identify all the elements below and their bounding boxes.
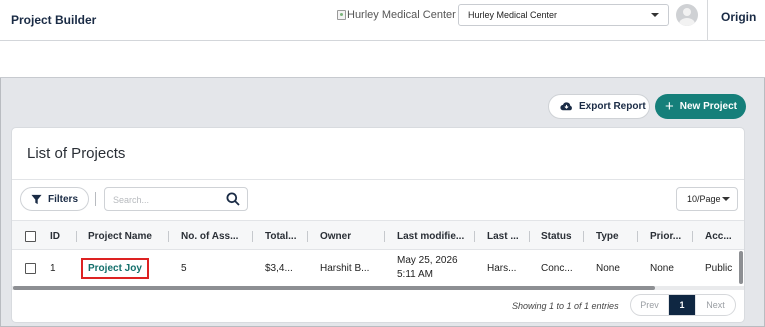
col-separator	[307, 231, 308, 242]
col-header-type[interactable]: Type	[596, 221, 619, 251]
vertical-scrollbar[interactable]	[739, 251, 743, 284]
cell-priority: None	[650, 262, 674, 274]
table-row[interactable]: 1 Project Joy 5 $3,4... Harshit B... May…	[12, 250, 744, 286]
col-header-last-by[interactable]: Last ...	[487, 221, 519, 251]
export-report-label: Export Report	[579, 101, 646, 112]
col-separator	[637, 231, 638, 242]
search-input[interactable]	[113, 193, 223, 206]
col-separator	[384, 231, 385, 242]
col-separator	[168, 231, 169, 242]
next-page-button[interactable]: Next	[695, 295, 735, 315]
cell-total: $3,4...	[265, 262, 293, 274]
plus-icon: +	[665, 98, 674, 115]
project-name-link[interactable]: Project Joy	[81, 257, 149, 279]
col-header-last-modified[interactable]: Last modifie...	[397, 221, 464, 251]
col-separator	[252, 231, 253, 242]
org-logo-alt-text: Hurley Medical Center	[347, 9, 456, 21]
page-size-value: 10/Page	[687, 194, 721, 204]
col-header-priority[interactable]: Prior...	[650, 221, 681, 251]
projects-card: List of Projects Filters 10/Page ID Proj…	[11, 127, 745, 323]
page-1-button[interactable]: 1	[669, 295, 695, 315]
cell-num-assets: 5	[181, 262, 187, 274]
col-separator	[76, 231, 77, 242]
prev-page-button[interactable]: Prev	[631, 295, 669, 315]
sub-toolbar	[0, 41, 765, 78]
row-select-cell[interactable]	[25, 250, 36, 286]
entries-summary: Showing 1 to 1 of 1 entries	[512, 301, 619, 311]
pagination: Prev 1 Next	[630, 294, 736, 316]
col-separator	[692, 231, 693, 242]
table-header: ID Project Name No. of Ass... Total... O…	[12, 220, 744, 251]
toolbar-separator	[95, 192, 96, 206]
cell-last-by: Hars...	[487, 262, 517, 274]
cell-last-modified: May 25, 2026 5:11 AM	[397, 250, 473, 286]
cell-owner: Harshit B...	[320, 262, 370, 274]
col-header-status[interactable]: Status	[541, 221, 572, 251]
broken-image-icon	[337, 10, 346, 20]
col-header-total[interactable]: Total...	[265, 221, 296, 251]
user-avatar[interactable]	[676, 4, 698, 26]
cell-id: 1	[50, 262, 56, 274]
row-checkbox[interactable]	[25, 262, 36, 274]
organization-select-value: Hurley Medical Center	[468, 10, 558, 20]
col-separator	[529, 231, 530, 242]
cell-access: Public	[705, 262, 733, 274]
filters-button[interactable]: Filters	[20, 187, 89, 211]
top-bar: Project Builder Hurley Medical Center Hu…	[0, 0, 765, 41]
select-all-checkbox[interactable]	[25, 230, 36, 242]
cloud-download-icon	[560, 102, 572, 111]
search-box[interactable]	[104, 187, 248, 211]
header-divider	[707, 0, 708, 41]
organization-select[interactable]: Hurley Medical Center	[458, 4, 669, 26]
new-project-button[interactable]: + New Project	[655, 94, 746, 119]
cell-project-name: Project Joy	[81, 250, 149, 286]
col-separator	[474, 231, 475, 242]
col-header-id[interactable]: ID	[50, 221, 60, 251]
horizontal-scrollbar-thumb[interactable]	[13, 286, 655, 290]
export-report-button[interactable]: Export Report	[548, 94, 650, 119]
col-header-owner[interactable]: Owner	[320, 221, 351, 251]
new-project-label: New Project	[679, 101, 738, 112]
chevron-down-icon	[722, 197, 730, 201]
card-title: List of Projects	[27, 145, 126, 162]
origin-link[interactable]: Origin	[721, 10, 756, 24]
select-all-cell[interactable]	[25, 221, 36, 251]
filter-icon	[31, 194, 42, 204]
cell-status: Conc...	[541, 262, 573, 274]
search-icon[interactable]	[226, 192, 240, 206]
col-separator	[583, 231, 584, 242]
last-modified-text: May 25, 2026 5:11 AM	[397, 255, 458, 280]
filters-label: Filters	[48, 193, 79, 205]
page-size-select[interactable]: 10/Page	[676, 187, 738, 211]
cell-type: None	[596, 262, 620, 274]
chevron-down-icon	[651, 13, 659, 17]
app-title: Project Builder	[11, 13, 97, 27]
col-header-num-assets[interactable]: No. of Ass...	[181, 221, 238, 251]
org-logo: Hurley Medical Center	[337, 8, 456, 22]
horizontal-scrollbar-track[interactable]	[12, 286, 744, 290]
col-header-project-name[interactable]: Project Name	[88, 221, 152, 251]
card-divider	[12, 179, 744, 180]
col-header-access[interactable]: Acc...	[705, 221, 732, 251]
